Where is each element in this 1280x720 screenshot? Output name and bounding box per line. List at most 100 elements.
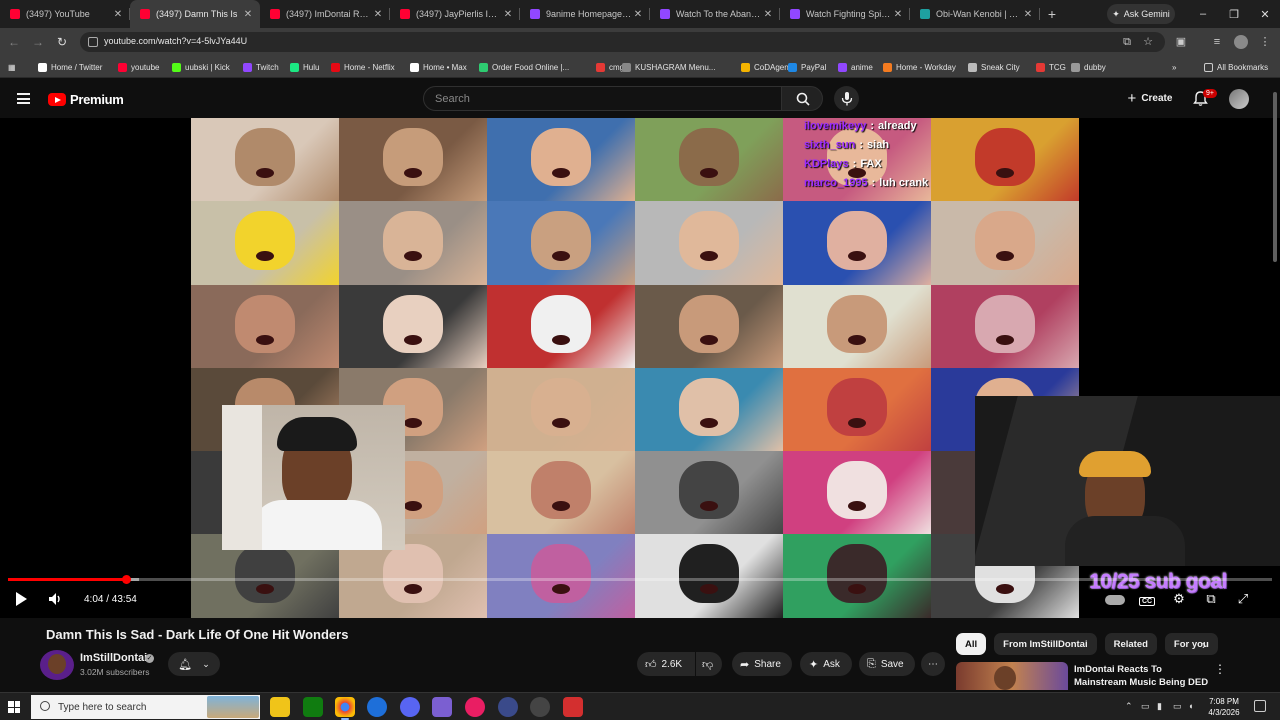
browser-tab[interactable]: Watch Fighting Spirit o ✕: [780, 0, 910, 28]
bookmarks-overflow-icon[interactable]: »: [1172, 60, 1176, 74]
app-icon-red[interactable]: [563, 697, 583, 717]
tray-chevron-icon[interactable]: ⌃: [1125, 701, 1133, 712]
bookmark-item[interactable]: Home • Max: [410, 60, 467, 74]
fullscreen-button[interactable]: ⤢: [1232, 591, 1254, 609]
browser-tab[interactable]: (3497) ImDontai Reacts ✕: [260, 0, 390, 28]
scrollbar-thumb[interactable]: [1273, 92, 1277, 262]
filter-chip[interactable]: All: [956, 633, 987, 655]
windows-start-icon[interactable]: [8, 701, 20, 713]
bookmark-item[interactable]: Home - Netflix: [331, 60, 395, 74]
bookmark-item[interactable]: anime: [838, 60, 873, 74]
file-explorer-icon[interactable]: [270, 697, 290, 717]
save-button[interactable]: ⎘ Save: [859, 652, 915, 676]
voice-search-button[interactable]: [834, 86, 859, 111]
create-button[interactable]: + Create: [1119, 88, 1181, 109]
address-bar[interactable]: youtube.com/watch?v=4-5lvJYa44U: [80, 32, 1165, 52]
browser-tab[interactable]: (3497) JayPierlis Intervi ✕: [390, 0, 520, 28]
menu-icon[interactable]: [17, 93, 30, 104]
site-info-icon[interactable]: [88, 37, 98, 47]
filter-chip[interactable]: Related: [1104, 633, 1157, 655]
bookmark-item[interactable]: PayPal: [788, 60, 826, 74]
tab-close-icon[interactable]: ✕: [632, 9, 644, 20]
tab-close-icon[interactable]: ✕: [242, 9, 254, 20]
bookmark-item[interactable]: TCG: [1036, 60, 1066, 74]
tab-close-icon[interactable]: ✕: [372, 9, 384, 20]
tab-close-icon[interactable]: ✕: [892, 9, 904, 20]
display-icon[interactable]: ▭: [1173, 701, 1182, 712]
obs-icon[interactable]: [530, 697, 550, 717]
bookmark-item[interactable]: Sneak City: [968, 60, 1020, 74]
browser-tab[interactable]: 9anime Homepage: Be ✕: [520, 0, 650, 28]
tab-close-icon[interactable]: ✕: [112, 9, 124, 20]
new-tab-button[interactable]: +: [1040, 6, 1064, 22]
filter-chip[interactable]: From ImStillDontai: [994, 633, 1097, 655]
extensions-icon[interactable]: ▣: [1174, 35, 1188, 49]
bookmark-item[interactable]: cmg: [596, 60, 624, 74]
xbox-icon[interactable]: [303, 697, 323, 717]
filter-chip[interactable]: For you: [1164, 633, 1218, 655]
browser-tab[interactable]: (3497) YouTube ✕: [0, 0, 130, 28]
all-bookmarks-button[interactable]: All Bookmarks: [1204, 60, 1268, 74]
recommendation-thumbnail[interactable]: [956, 662, 1068, 690]
seek-bar[interactable]: [8, 575, 1272, 584]
bookmark-item[interactable]: dubby: [1071, 60, 1106, 74]
channel-name[interactable]: ImStillDontai: [80, 652, 147, 664]
minimize-button[interactable]: –: [1188, 0, 1218, 28]
seek-handle[interactable]: [121, 575, 131, 584]
tab-close-icon[interactable]: ✕: [502, 9, 514, 20]
recommendation-menu-icon[interactable]: ⋮: [1214, 662, 1226, 676]
media-app-icon[interactable]: [465, 697, 485, 717]
account-avatar[interactable]: [1229, 89, 1249, 109]
volume-tray-icon[interactable]: ◖: [1188, 701, 1193, 711]
maximize-button[interactable]: ❐: [1219, 0, 1249, 28]
taskbar-search-input[interactable]: Type here to search: [31, 695, 260, 719]
notification-center-icon[interactable]: [1254, 700, 1266, 712]
profile-icon[interactable]: [1234, 35, 1248, 49]
settings-button[interactable]: ⚙: [1168, 591, 1190, 609]
ask-button[interactable]: ✦ Ask: [800, 652, 852, 676]
miniplayer-button[interactable]: ⧉: [1200, 591, 1222, 609]
media-controls-icon[interactable]: ≡: [1210, 35, 1224, 49]
dislike-button[interactable]: 👎︎: [696, 652, 722, 676]
chrome-icon[interactable]: [335, 697, 355, 720]
system-clock[interactable]: 7:08 PM 4/3/2026: [1201, 696, 1247, 718]
chrome-menu-icon[interactable]: ⋮: [1258, 35, 1272, 49]
search-button[interactable]: [781, 86, 823, 111]
app-icon-dark[interactable]: [498, 697, 518, 717]
bookmark-item[interactable]: Home - Workday: [883, 60, 956, 74]
mic-tray-icon[interactable]: ▮: [1157, 701, 1162, 712]
browser-tab[interactable]: (3497) Damn This Is ✕: [130, 0, 260, 28]
network-icon[interactable]: ▭: [1141, 701, 1150, 712]
apps-icon[interactable]: ▦: [8, 60, 16, 74]
browser-tab[interactable]: Obi-Wan Kenobi | Disn ✕: [910, 0, 1040, 28]
more-actions-button[interactable]: ⋯: [921, 652, 945, 676]
game-launcher-icon[interactable]: [432, 697, 452, 717]
search-input[interactable]: Search: [423, 86, 782, 111]
bookmark-item[interactable]: Twitch: [243, 60, 279, 74]
play-button[interactable]: [10, 591, 32, 609]
install-app-icon[interactable]: ⧉: [1120, 35, 1134, 49]
forward-icon[interactable]: →: [30, 34, 46, 50]
captions-button[interactable]: CC: [1136, 591, 1158, 609]
video-player[interactable]: ilovemikeyy: already sixth_sun: siah KDPlays…: [0, 118, 1280, 618]
close-window-button[interactable]: ✕: [1250, 0, 1280, 28]
channel-avatar[interactable]: [40, 650, 74, 680]
tab-close-icon[interactable]: ✕: [762, 9, 774, 20]
discord-icon[interactable]: [400, 697, 420, 717]
bookmark-item[interactable]: youtube: [118, 60, 159, 74]
bookmark-item[interactable]: Order Food Online |...: [479, 60, 569, 74]
url-text[interactable]: youtube.com/watch?v=4-5lvJYa44U: [104, 36, 247, 46]
share-button[interactable]: ➦ Share: [732, 652, 792, 676]
browser-tab[interactable]: Watch To the Abandon ✕: [650, 0, 780, 28]
ask-gemini-button[interactable]: ✦ Ask Gemini: [1107, 4, 1175, 24]
tab-close-icon[interactable]: ✕: [1022, 9, 1034, 20]
chevron-right-icon[interactable]: ›: [1202, 638, 1206, 652]
bookmark-item[interactable]: KUSHAGRAM Menu...: [622, 60, 715, 74]
back-icon[interactable]: ←: [6, 34, 22, 50]
subscription-bell-button[interactable]: 🔔︎ ⌄: [168, 652, 220, 676]
bookmark-item[interactable]: Home / Twitter: [38, 60, 102, 74]
mute-button[interactable]: [44, 591, 66, 609]
reload-icon[interactable]: ↻: [54, 34, 70, 50]
autoplay-toggle[interactable]: [1104, 591, 1126, 609]
bookmark-item[interactable]: uubski | Kick: [172, 60, 230, 74]
